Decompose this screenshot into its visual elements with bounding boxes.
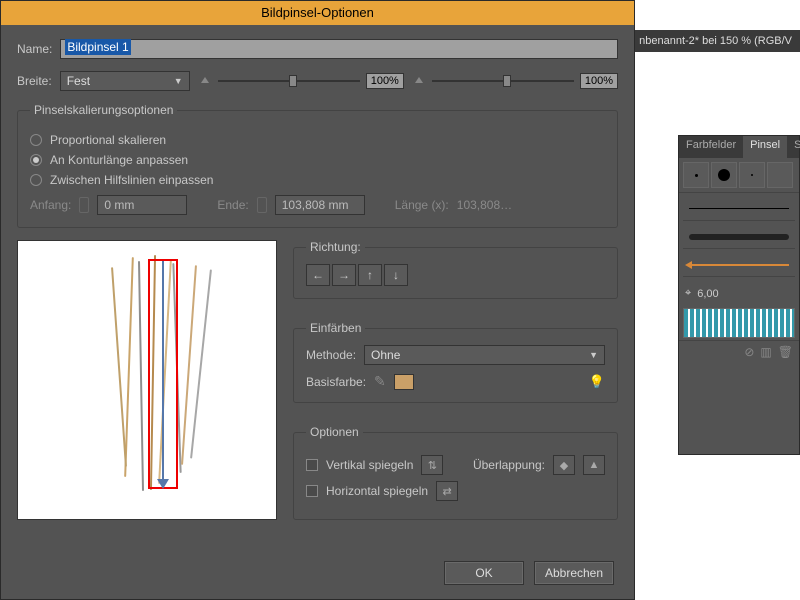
ok-button[interactable]: OK <box>444 561 524 585</box>
arrow-down-icon <box>157 479 169 489</box>
method-dropdown[interactable]: Ohne▼ <box>364 345 605 365</box>
cancel-button[interactable]: Abbrechen <box>534 561 614 585</box>
panel-tab-brushes[interactable]: Pinsel <box>743 136 787 158</box>
name-input[interactable]: Bildpinsel 1 <box>60 39 618 59</box>
direction-arrow <box>162 261 164 486</box>
direction-group: Richtung: ← → ↑ ↓ <box>293 240 618 299</box>
end-label: Ende: <box>217 198 248 212</box>
width-pct-b[interactable]: 100% <box>580 73 618 89</box>
overlap-btn-a[interactable]: ◆ <box>553 455 575 475</box>
tool-icon: ⌖ <box>685 287 691 300</box>
dir-down-button[interactable]: ↓ <box>384 264 408 286</box>
radio-contour[interactable]: An Konturlänge anpassen <box>30 153 605 167</box>
length-label: Länge (x): <box>395 198 449 212</box>
scaling-options-group: Pinselskalierungsoptionen Proportional s… <box>17 103 618 228</box>
flip-icon <box>412 74 426 88</box>
flip-h-label: Horizontal spiegeln <box>326 484 428 498</box>
overlap-label: Überlappung: <box>473 458 545 472</box>
radio-proportional[interactable]: Proportional skalieren <box>30 133 605 147</box>
direction-legend: Richtung: <box>306 240 365 254</box>
panel-tab-sy[interactable]: Sy <box>787 136 800 158</box>
keycolor-swatch[interactable] <box>394 374 414 390</box>
options-group: Optionen Vertikal spiegeln ⇅ Überlappung… <box>293 425 618 520</box>
name-label: Name: <box>17 42 52 56</box>
flip-h-checkbox[interactable] <box>306 485 318 497</box>
radio-guides[interactable]: Zwischen Hilfslinien einpassen <box>30 173 605 187</box>
remove-icon[interactable]: ⊘ <box>744 345 754 359</box>
method-label: Methode: <box>306 348 356 362</box>
brush-preview <box>17 240 277 520</box>
start-label: Anfang: <box>30 198 71 212</box>
width-pct-a[interactable]: 100% <box>366 73 404 89</box>
flip-v-label: Vertikal spiegeln <box>326 458 413 472</box>
flip-v-icon: ⇅ <box>421 455 443 475</box>
overlap-btn-b[interactable]: ▲ <box>583 455 605 475</box>
flip-h-icon: ⇄ <box>436 481 458 501</box>
brush-pattern-item[interactable] <box>683 308 795 338</box>
panel-tab-swatches[interactable]: Farbfelder <box>679 136 743 158</box>
brush-preset[interactable] <box>767 162 793 188</box>
brush-size-row: ⌖ 6,00 <box>679 281 799 306</box>
width-slider-a[interactable] <box>218 80 360 82</box>
brush-stroke-item[interactable] <box>683 225 795 249</box>
art-brush-options-dialog: Bildpinsel-Optionen Name: Bildpinsel 1 B… <box>0 0 635 600</box>
trash-icon[interactable]: 🗑 <box>778 345 793 359</box>
dir-right-button[interactable]: → <box>332 264 356 286</box>
brushes-panel: Farbfelder Pinsel Sy ⌖ 6,00 ⊘ ▥ 🗑 <box>678 135 800 455</box>
flip-v-checkbox[interactable] <box>306 459 318 471</box>
doc-tab[interactable]: nbenannt-2* bei 150 % (RGB/V <box>631 30 800 52</box>
link-icon <box>257 197 267 213</box>
brush-stroke-item[interactable] <box>683 197 795 221</box>
keycolor-label: Basisfarbe: <box>306 375 366 389</box>
dialog-title: Bildpinsel-Optionen <box>1 1 634 25</box>
width-label: Breite: <box>17 74 52 88</box>
brush-preset[interactable] <box>739 162 765 188</box>
width-slider-b[interactable] <box>432 80 574 82</box>
brush-stroke-item[interactable] <box>683 253 795 277</box>
brush-preset[interactable] <box>711 162 737 188</box>
brush-preset[interactable] <box>683 162 709 188</box>
end-field: 103,808 mm <box>275 195 365 215</box>
colorize-legend: Einfärben <box>306 321 365 335</box>
scaling-legend: Pinselskalierungsoptionen <box>30 103 177 117</box>
flip-icon <box>198 74 212 88</box>
length-value: 103,808… <box>457 198 512 212</box>
options-legend: Optionen <box>306 425 363 439</box>
link-icon <box>79 197 89 213</box>
colorize-group: Einfärben Methode: Ohne▼ Basisfarbe: ✎ 💡 <box>293 321 618 403</box>
dir-up-button[interactable]: ↑ <box>358 264 382 286</box>
tips-icon[interactable]: 💡 <box>589 374 605 390</box>
new-icon[interactable]: ▥ <box>760 345 771 359</box>
width-mode-dropdown[interactable]: Fest▼ <box>60 71 190 91</box>
eyedropper-icon[interactable]: ✎ <box>374 373 386 390</box>
brush-size-value: 6,00 <box>697 288 718 300</box>
dir-left-button[interactable]: ← <box>306 264 330 286</box>
start-field: 0 mm <box>97 195 187 215</box>
